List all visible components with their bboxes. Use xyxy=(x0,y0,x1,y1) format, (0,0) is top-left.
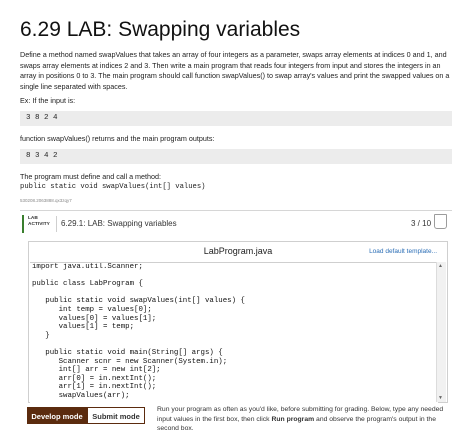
code-line: public static void main(String[] args) { xyxy=(32,348,223,357)
example-input-intro: Ex: If the input is: xyxy=(20,96,76,105)
lab-activity-panel: LAB ACTIVITY 6.29.1: LAB: Swapping varia… xyxy=(20,210,452,439)
code-line: int temp = values[0]; xyxy=(32,305,152,314)
code-line: import java.util.Scanner; xyxy=(32,263,143,271)
code-line: values[1] = temp; xyxy=(32,323,135,332)
page-title: 6.29 LAB: Swapping variables xyxy=(20,18,301,41)
code-line: public static void swapValues(int[] valu… xyxy=(32,297,245,306)
activity-divider xyxy=(56,216,57,232)
activity-progress: 3 / 10 xyxy=(411,219,432,228)
lab-description: Define a method named swapValues that ta… xyxy=(20,50,450,91)
code-line: public class LabProgram { xyxy=(32,280,143,289)
code-line: swapValues(arr); xyxy=(32,391,130,400)
scroll-down-arrow-icon[interactable]: ▼ xyxy=(438,395,443,401)
develop-mode-button[interactable]: Develop mode xyxy=(27,407,87,424)
run-program-emphasis: Run program xyxy=(271,415,315,423)
code-line: int[] arr = new int[2]; xyxy=(32,366,161,375)
must-define-text: The program must define and call a metho… xyxy=(20,172,162,181)
load-default-template-link[interactable]: Load default template... xyxy=(369,248,437,255)
code-line: values[0] = values[1]; xyxy=(32,314,157,323)
activity-accent-bar xyxy=(22,215,24,233)
activity-badge: LAB ACTIVITY xyxy=(28,216,50,228)
submit-mode-button[interactable]: Submit mode xyxy=(87,407,145,424)
activity-badge-line2: ACTIVITY xyxy=(28,221,50,227)
example-output-box: 8 3 4 2 xyxy=(20,149,452,164)
code-line: arr[1] = in.nextInt(); xyxy=(32,383,157,392)
mode-help-text: Run your program as often as you'd like,… xyxy=(157,405,455,434)
activity-header: LAB ACTIVITY 6.29.1: LAB: Swapping varia… xyxy=(20,211,452,237)
scroll-up-arrow-icon[interactable]: ▲ xyxy=(438,263,443,269)
method-signature: public static void swapValues(int[] valu… xyxy=(20,183,206,191)
activity-id: 530208.2063888.qx3zqy7 xyxy=(20,198,72,203)
activity-title: 6.29.1: LAB: Swapping variables xyxy=(61,219,177,228)
code-text-area[interactable]: import java.util.Scanner; public class L… xyxy=(30,262,438,403)
code-line: } xyxy=(32,331,50,340)
code-editor: LabProgram.java Load default template...… xyxy=(28,241,448,403)
example-input-box: 3 8 2 4 xyxy=(20,111,452,126)
code-line: arr[0] = in.nextInt(); xyxy=(32,374,157,383)
bookmark-flag-icon[interactable] xyxy=(434,214,447,229)
code-line: Scanner scnr = new Scanner(System.in); xyxy=(32,357,228,366)
editor-scrollbar[interactable]: ▲ ▼ xyxy=(436,262,446,402)
example-output-intro: function swapValues() returns and the ma… xyxy=(20,134,215,143)
